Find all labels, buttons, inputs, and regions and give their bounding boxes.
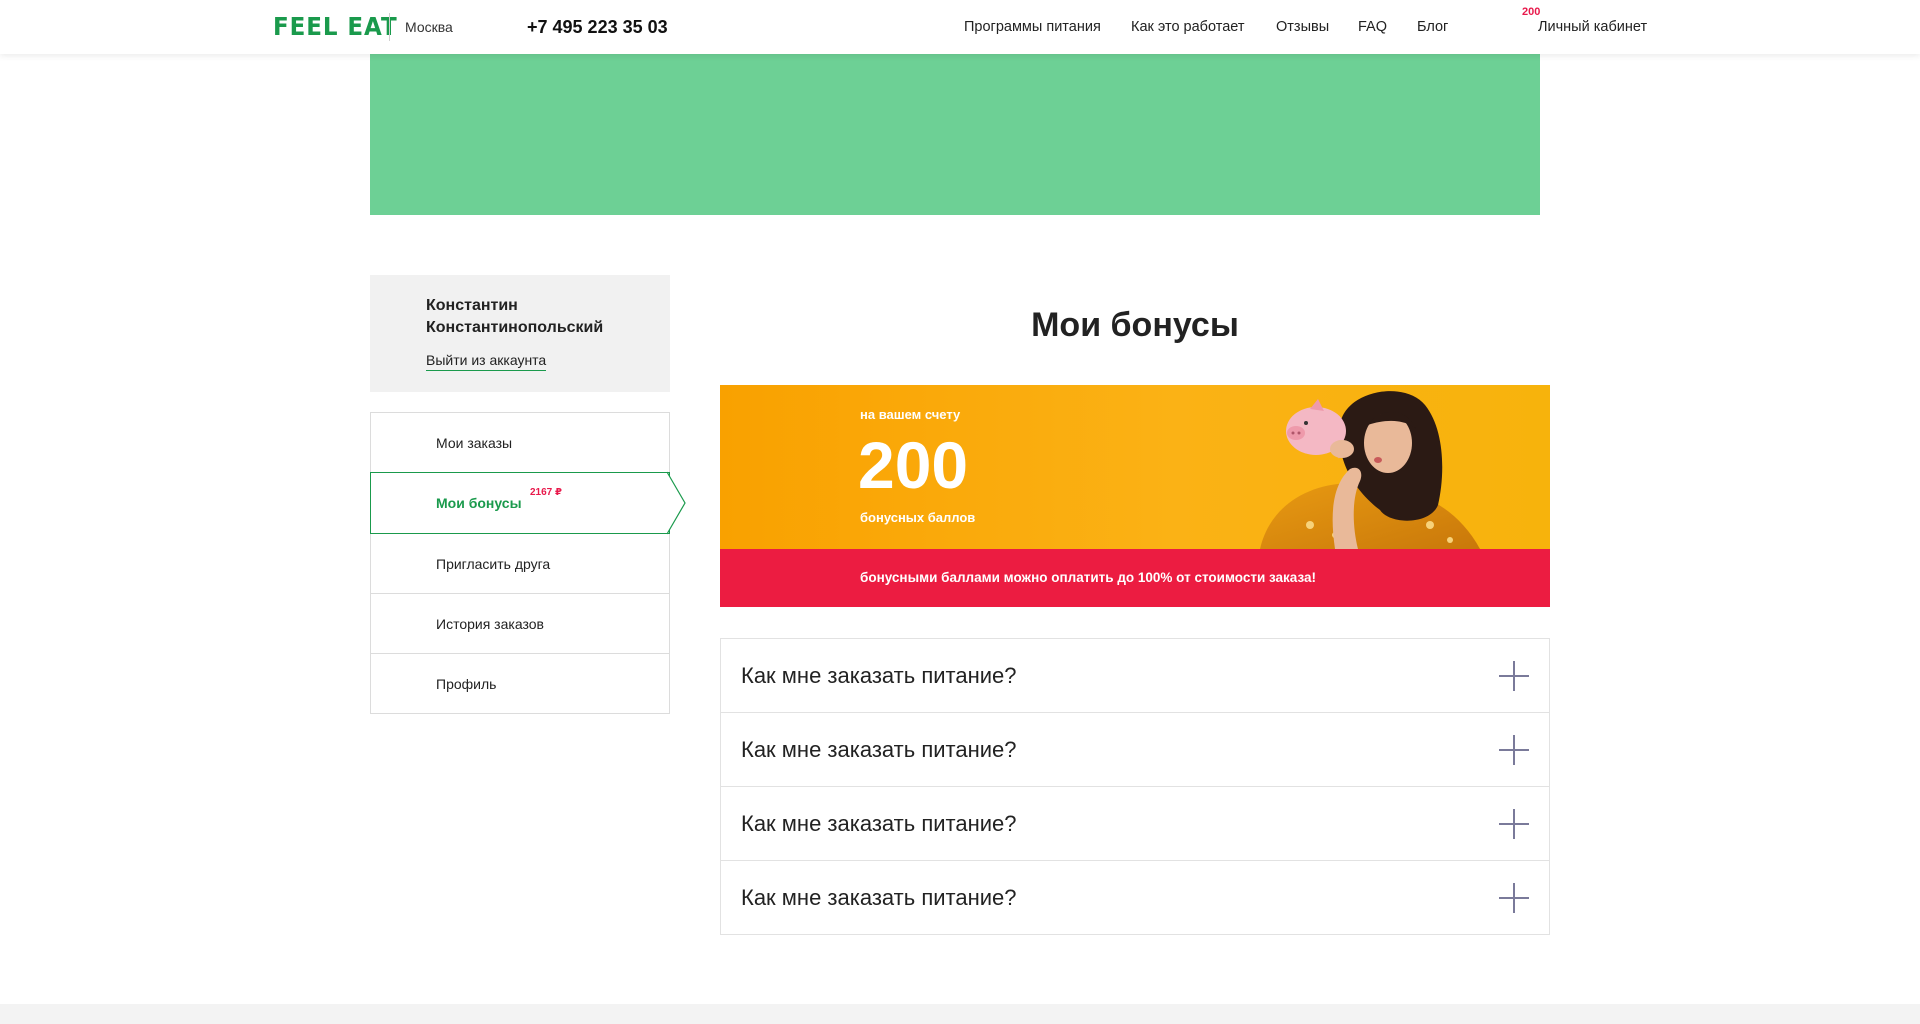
promo-banner — [370, 54, 1540, 215]
nav-nutrition-programs[interactable]: Программы питания — [964, 19, 1101, 35]
menu-item-my-bonuses[interactable]: Мои бонусы 2167 ₽ — [370, 471, 686, 535]
nav-how-it-works[interactable]: Как это работает — [1131, 19, 1244, 35]
menu-item-label: История заказов — [436, 616, 544, 632]
city-selector[interactable]: Москва — [405, 19, 453, 35]
site-logo[interactable]: FEEL EAT — [273, 12, 398, 41]
faq-item[interactable]: Как мне заказать питание? — [720, 787, 1550, 861]
menu-item-my-orders[interactable]: Мои заказы — [370, 412, 670, 473]
faq-question: Как мне заказать питание? — [741, 811, 1017, 836]
bonus-card: на вашем счету 200 бонусных баллов бонус… — [720, 385, 1550, 607]
logo-divider — [389, 13, 390, 41]
faq-accordion: Как мне заказать питание? Как мне заказа… — [720, 638, 1550, 935]
woman-with-piggy-bank-image — [1260, 391, 1480, 549]
user-card: Константин Константинопольский Выйти из … — [370, 275, 670, 392]
faq-item[interactable]: Как мне заказать питание? — [720, 861, 1550, 935]
page-title: Мои бонусы — [1031, 306, 1239, 344]
menu-item-label: Профиль — [436, 676, 497, 692]
expand-plus-icon[interactable] — [1499, 809, 1529, 839]
faq-question: Как мне заказать питание? — [741, 885, 1017, 910]
bonus-note: бонусными баллами можно оплатить до 100%… — [860, 570, 1316, 585]
expand-plus-icon[interactable] — [1499, 735, 1529, 765]
menu-item-label: Мои бонусы — [436, 495, 522, 511]
active-arrow-icon — [666, 471, 686, 535]
faq-item[interactable]: Как мне заказать питание? — [720, 713, 1550, 787]
faq-question: Как мне заказать питание? — [741, 737, 1017, 762]
nav-faq[interactable]: FAQ — [1358, 19, 1387, 35]
user-name: Константин Константинопольский — [426, 297, 604, 336]
menu-item-label: Мои заказы — [436, 435, 513, 451]
bonus-amount: 200 — [858, 428, 969, 502]
footer-strip — [0, 1004, 1920, 1024]
menu-item-profile[interactable]: Профиль — [370, 654, 670, 714]
expand-plus-icon[interactable] — [1499, 883, 1529, 913]
bonus-balance-panel: на вашем счету 200 бонусных баллов — [720, 385, 1550, 549]
bonus-balance-badge: 2167 ₽ — [530, 487, 562, 498]
site-header: FEEL EAT Москва +7 495 223 35 03 Програм… — [0, 0, 1920, 54]
bonus-count-badge: 200 — [1522, 6, 1541, 18]
menu-item-invite-friend[interactable]: Пригласить друга — [370, 534, 670, 594]
nav-blog[interactable]: Блог — [1417, 19, 1448, 35]
faq-question: Как мне заказать питание? — [741, 663, 1017, 688]
account-menu: Мои заказы Мои бонусы 2167 ₽ Пригласить … — [370, 412, 686, 714]
bonus-caption: на вашем счету — [860, 407, 961, 422]
nav-reviews[interactable]: Отзывы — [1276, 19, 1329, 35]
faq-item[interactable]: Как мне заказать питание? — [720, 638, 1550, 713]
bonus-info-strip: бонусными баллами можно оплатить до 100%… — [720, 549, 1550, 607]
menu-item-order-history[interactable]: История заказов — [370, 594, 670, 654]
menu-item-label: Пригласить друга — [436, 556, 551, 572]
nav-personal-account[interactable]: Личный кабинет — [1538, 19, 1647, 35]
expand-plus-icon[interactable] — [1499, 661, 1529, 691]
bonus-unit: бонусных баллов — [860, 510, 976, 525]
phone-number[interactable]: +7 495 223 35 03 — [527, 17, 668, 38]
logout-link[interactable]: Выйти из аккаунта — [426, 352, 547, 371]
